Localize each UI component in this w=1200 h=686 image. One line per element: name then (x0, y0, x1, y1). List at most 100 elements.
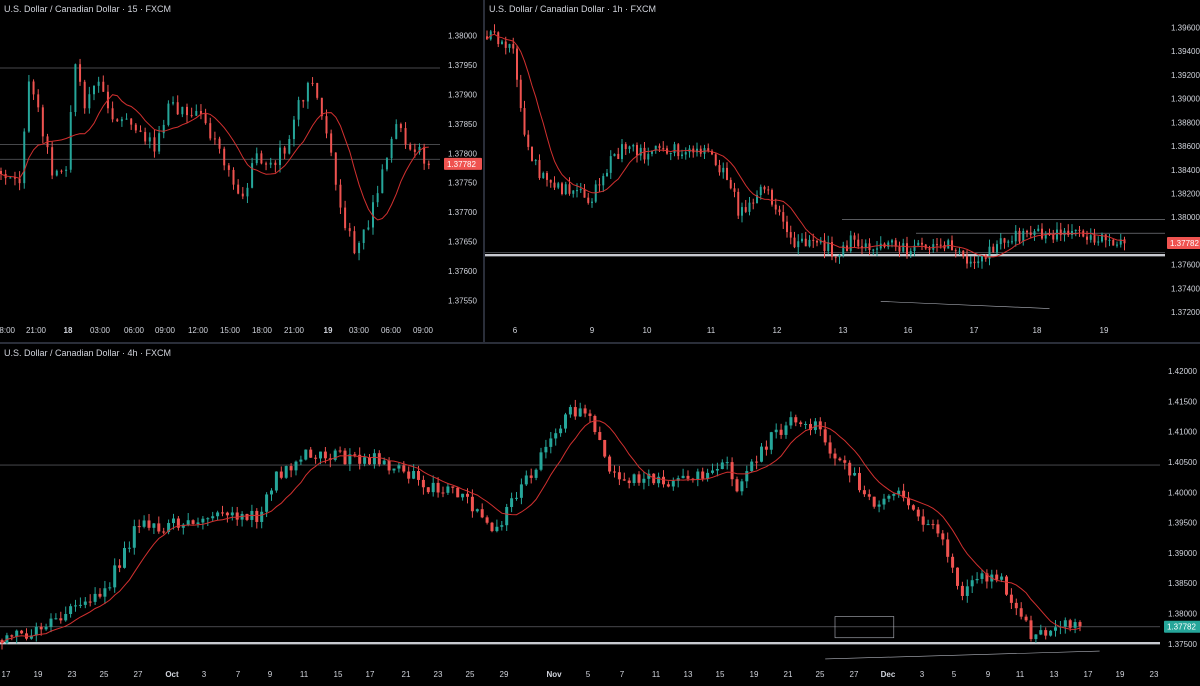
trend-line[interactable] (880, 301, 1050, 309)
candle-body (353, 454, 357, 456)
candle-body (564, 184, 567, 195)
candle-body (804, 423, 808, 425)
candle-body (1074, 229, 1077, 231)
candle-body (593, 416, 597, 433)
candle-body (823, 429, 827, 443)
x-tick-label: 7 (620, 670, 625, 679)
candle-body (771, 190, 773, 205)
x-tick-label: 09:00 (413, 326, 434, 335)
candle-body (111, 108, 114, 120)
candle-body (778, 209, 781, 213)
candle-body (1041, 228, 1043, 239)
candle-body (65, 169, 68, 171)
candle-body (127, 547, 131, 549)
candle-body (962, 250, 965, 257)
x-tick-label: 29 (500, 670, 509, 679)
x-tick-label: 18 (64, 326, 73, 335)
candle-body (251, 163, 254, 188)
candle-body (289, 466, 293, 471)
x-tick-label: 9 (590, 326, 595, 335)
trend-line[interactable] (825, 650, 1100, 660)
candle-body (613, 153, 616, 157)
chart-pane-15m[interactable]: 1.38000 1.37950 1.37900 1.37850 1.37800 1.377… (0, 0, 483, 342)
x-tick-label: 11 (300, 670, 309, 679)
candle-body (1078, 622, 1082, 627)
x-tick-label: 27 (134, 670, 143, 679)
candle-body (946, 539, 950, 557)
candle-body (657, 476, 661, 484)
candle-body (1097, 241, 1100, 243)
candle-body (1052, 234, 1055, 240)
x-tick-label: 15:00 (220, 326, 241, 335)
candle-body (1034, 634, 1038, 640)
x-tick-label: 18 (1033, 326, 1042, 335)
candle-body (1056, 229, 1058, 240)
last-price-badge: 1.37782 (1167, 237, 1200, 250)
candle-body (902, 243, 905, 252)
y-tick-label: 1.39000 (1171, 95, 1200, 104)
candle-body (158, 133, 161, 152)
candle-body (306, 82, 309, 102)
candle-body (729, 179, 732, 189)
candle-body (213, 138, 216, 140)
candle-body (490, 522, 494, 532)
candle-body (1026, 230, 1028, 233)
candle-body (677, 144, 680, 157)
candle-body (1029, 232, 1032, 236)
candle-body (1018, 230, 1021, 242)
candle-body (1068, 620, 1072, 628)
candle-body (617, 472, 621, 480)
candle-body (621, 144, 623, 159)
candle-body (98, 593, 102, 597)
candle-body (857, 239, 860, 247)
candle-body (658, 145, 661, 149)
candle-body (639, 147, 642, 156)
candle-body (284, 466, 288, 478)
candle-body (872, 249, 875, 251)
candle-body (504, 41, 507, 48)
x-tick-label: 17 (970, 326, 979, 335)
candle-body (673, 144, 676, 154)
candle-body (789, 417, 793, 426)
x-tick-label: 13 (839, 326, 848, 335)
candle-body (996, 244, 998, 253)
candle-body (587, 197, 590, 203)
candle-body (470, 496, 474, 512)
candle-body (779, 429, 783, 435)
candle-body (392, 468, 396, 471)
candle-body (529, 475, 533, 478)
candle-body (288, 139, 291, 154)
candle-body (579, 189, 582, 191)
candle-body (750, 461, 754, 472)
candle-body (1071, 230, 1073, 235)
candle-body (334, 152, 337, 185)
candle-body (969, 261, 972, 264)
candle-body (139, 130, 142, 132)
candle-body (153, 137, 156, 152)
candle-body (83, 81, 86, 109)
candle-body (642, 478, 646, 483)
y-tick-label: 1.41500 (1168, 397, 1197, 406)
candle-body (157, 523, 161, 532)
chart-1h-svg[interactable]: 1.39600 1.39400 1.39200 1.39000 1.38800 1.386… (485, 0, 1200, 342)
x-tick-label: 19 (1116, 670, 1125, 679)
candle-body (255, 153, 258, 164)
candle-body (706, 472, 710, 479)
chart-15m-svg[interactable]: 1.38000 1.37950 1.37900 1.37850 1.37800 1.377… (0, 0, 483, 342)
x-tick-label: 23 (68, 670, 77, 679)
last-price-label: 1.37782 (447, 160, 476, 169)
candle-body (216, 512, 220, 517)
candle-body (887, 495, 891, 499)
candle-body (316, 82, 319, 98)
x-tick-label: 19 (324, 326, 333, 335)
chart-pane-4h[interactable]: 1.42000 1.41500 1.41000 1.40500 1.40000 1.395… (0, 344, 1200, 686)
candle-body (274, 471, 278, 491)
candle-body (167, 103, 170, 125)
candle-body (39, 626, 43, 630)
candle-body (292, 119, 295, 140)
range-box[interactable] (834, 616, 895, 639)
candle-body (417, 470, 420, 480)
chart-pane-1h[interactable]: 1.39600 1.39400 1.39200 1.39000 1.38800 1.386… (485, 0, 1200, 342)
chart-4h-svg[interactable]: 1.42000 1.41500 1.41000 1.40500 1.40000 1.395… (0, 344, 1200, 686)
candle-body (120, 119, 123, 122)
